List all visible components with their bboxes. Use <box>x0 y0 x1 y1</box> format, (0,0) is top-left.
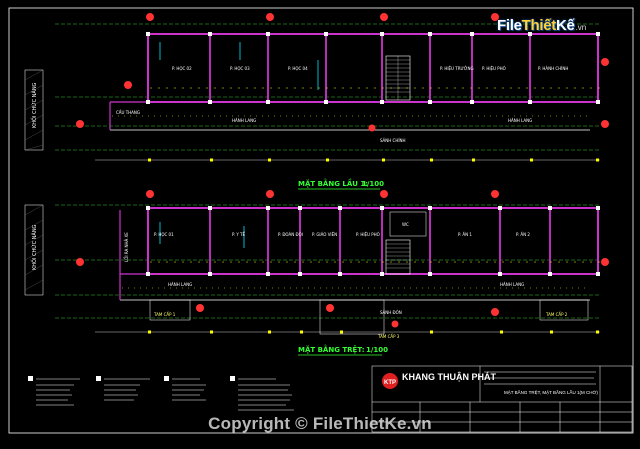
upper-room-label: P. HÀNH CHÍNH <box>538 66 568 71</box>
function-block-label: KHỐI CHỨC NĂNG <box>30 82 38 128</box>
logo-domain: .vn <box>575 23 587 32</box>
ground-corridor-label: HÀNH LANG <box>500 282 524 287</box>
notes-legend <box>28 376 294 411</box>
svg-text:KTP: KTP <box>384 380 396 386</box>
ground-plan-title: MẶT BẰNG TRỆT: <box>298 344 365 354</box>
sheet-title: MẶT BẰNG TRỆT, MẶT BẰNG LẦU 1(M CHỜ) <box>504 390 598 395</box>
upper-room-label: P. HIỆU TRƯỞNG <box>440 66 474 71</box>
ground-room-label: P. ĂN 2 <box>516 232 530 237</box>
ground-outer-wall <box>147 207 599 275</box>
logo-text: FileThiếtKế <box>497 16 575 34</box>
ground-room-label: P. ĂN 1 <box>458 232 472 237</box>
upper-corridor-label: HÀNH LANG <box>232 118 256 123</box>
ground-lobby-label: SẢNH ĐÓN <box>380 310 402 315</box>
ground-room-label: P. ĐOÀN ĐỘI <box>278 232 303 237</box>
upper-room-label: P. HỌC 04 <box>288 66 308 71</box>
ground-room-label: P. GIÁO VIÊN <box>312 232 337 237</box>
ground-floor-plan: KHỐI CHỨC NĂNG P. HỌC 01 P. Y TẾ P. ĐOÀN… <box>24 190 609 356</box>
upper-plan-scale: 1/100 <box>362 180 384 188</box>
upper-room-label: P. HỌC 03 <box>230 66 250 71</box>
function-block-label: KHỐI CHỨC NĂNG <box>30 224 38 270</box>
upper-room-label: P. HIỆU PHÓ <box>482 66 506 71</box>
upper-room-label: P. HỌC 02 <box>172 66 192 71</box>
step-label: TAM CẤP 2 <box>545 312 568 317</box>
ground-corridor-label: HÀNH LANG <box>168 282 192 287</box>
ground-axis-markers <box>76 190 609 328</box>
ground-room-label: WC <box>402 222 409 227</box>
parking-exit-label: LỐI RA NHÀ XE <box>124 232 129 262</box>
copyright-watermark: Copyright © FileThietKe.vn <box>208 414 432 433</box>
ground-plan-scale: 1/100 <box>366 346 388 354</box>
upper-plan-title: MẶT BẰNG LẦU 1: <box>298 178 368 188</box>
step-label: TAM CẤP 1 <box>153 312 176 317</box>
upper-floor-plan: KHỐI CHỨC NĂNG P. HỌC 02 P. HỌC 03 P. HỌ… <box>24 13 609 190</box>
company-name: KHANG THUẬN PHÁT <box>402 372 496 382</box>
ground-room-label: P. Y TẾ <box>232 231 245 237</box>
step-label: TAM CẤP 3 <box>377 334 400 339</box>
ground-room-label: P. HỌC 01 <box>154 232 174 237</box>
drawing-border <box>8 7 634 434</box>
cad-drawing-canvas[interactable]: KHỐI CHỨC NĂNG P. HỌC 02 P. HỌC 03 P. HỌ… <box>0 0 640 449</box>
upper-lobby-label: SẢNH CHÍNH <box>380 138 406 143</box>
filethietke-logo[interactable]: FileThiếtKế .vn <box>497 13 586 37</box>
ground-room-label: P. HIỆU PHÓ <box>356 232 380 237</box>
upper-corridor-label: HÀNH LANG <box>508 118 532 123</box>
upper-stair-label: CẦU THANG <box>116 110 140 115</box>
